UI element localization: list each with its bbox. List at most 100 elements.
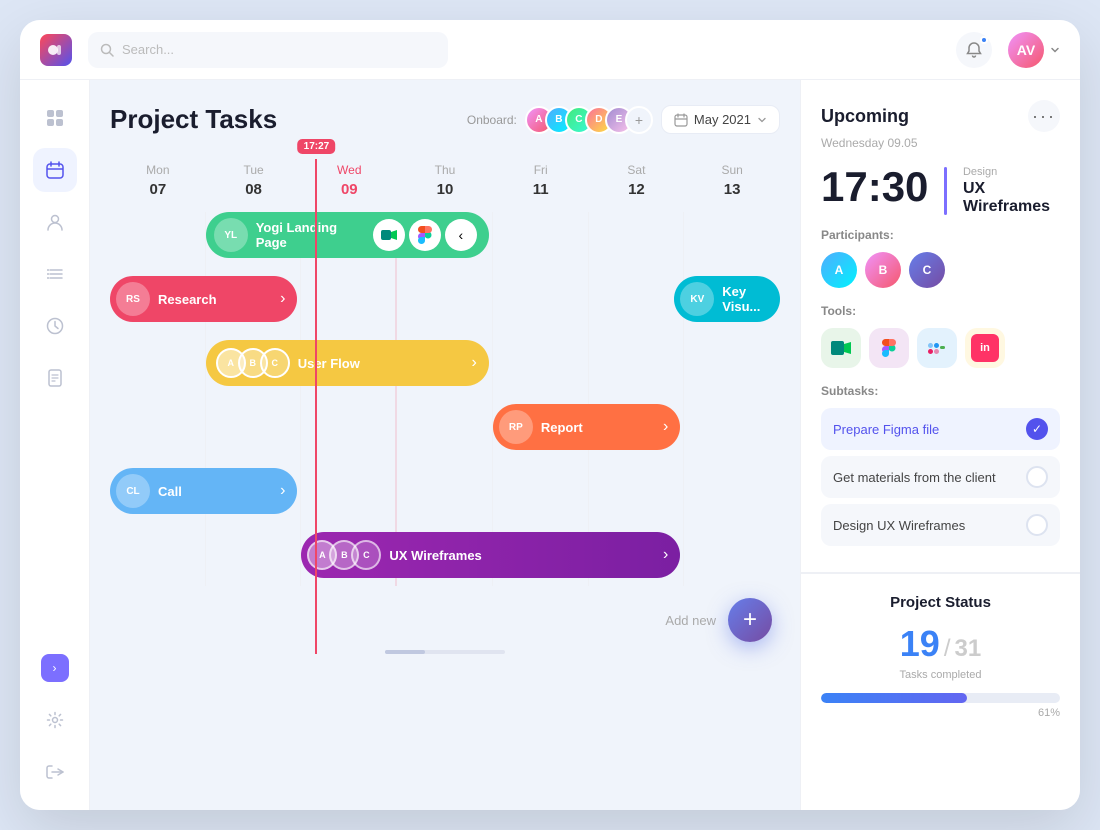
days-grid: Mon 07 Tue 08 Wed 09 Thu — [110, 159, 780, 198]
task-label-report: Report — [541, 420, 655, 435]
search-placeholder: Search... — [122, 42, 174, 57]
task-row-3: A B C User Flow › — [110, 340, 780, 394]
date-picker-label: May 2021 — [694, 112, 751, 127]
task-row-6: A B C UX Wireframes › — [110, 532, 780, 586]
day-col-6: Sun 13 — [684, 159, 780, 198]
subtask-3-label: Design UX Wireframes — [833, 518, 965, 533]
project-status: Project Status 19 / 31 Tasks completed 6… — [801, 573, 1080, 739]
subtasks-section: Subtasks: Prepare Figma file ✓ Get mater… — [821, 384, 1060, 546]
subtask-2-label: Get materials from the client — [833, 470, 996, 485]
onboard-section: Onboard: A B C D E + — [467, 105, 780, 134]
tool-meet[interactable] — [821, 328, 861, 368]
task-bar-keyvisual[interactable]: KV Key Visu... — [674, 276, 780, 322]
user-avatar-button[interactable]: AV — [1008, 32, 1060, 68]
task-bar-yogi[interactable]: YL Yogi Landing Page ‹ — [206, 212, 489, 258]
search-icon — [100, 43, 114, 57]
sidebar-expand-button[interactable]: › — [41, 654, 69, 682]
status-label: Tasks completed — [821, 669, 1060, 681]
content-area: Project Tasks Onboard: A B C D E + — [90, 80, 1080, 810]
notification-button[interactable] — [956, 32, 992, 68]
main-layout: › Project Tasks — [20, 80, 1080, 810]
subtask-3[interactable]: Design UX Wireframes — [821, 504, 1060, 546]
top-bar-right: AV — [956, 32, 1060, 68]
project-status-title: Project Status — [821, 594, 1060, 611]
task-arrow-ux: › — [663, 546, 668, 564]
task-label-keyvisual: Key Visu... — [722, 284, 768, 314]
task-bar-userflow[interactable]: A B C User Flow › — [206, 340, 489, 386]
day-name-mon: Mon — [110, 159, 206, 181]
task-icons: ‹ — [373, 219, 477, 251]
sidebar-item-calendar[interactable] — [33, 148, 77, 192]
calendar-header: Project Tasks Onboard: A B C D E + — [110, 104, 780, 135]
progress-pct: 61% — [821, 707, 1060, 719]
sidebar-item-doc[interactable] — [33, 356, 77, 400]
date-picker[interactable]: May 2021 — [661, 105, 780, 134]
time-value: 17:30 — [821, 166, 928, 208]
onboard-label: Onboard: — [467, 113, 517, 127]
day-name-fri: Fri — [493, 159, 589, 181]
day-col-0: Mon 07 — [110, 159, 206, 198]
day-col-3: Thu 10 — [397, 159, 493, 198]
sidebar-item-list[interactable] — [33, 252, 77, 296]
participants-label: Participants: — [821, 228, 1060, 242]
day-num-fri: 11 — [493, 181, 589, 198]
add-new-row: Add new + — [110, 598, 780, 642]
subtask-1-label: Prepare Figma file — [833, 422, 939, 437]
task-label-call: Call — [158, 484, 272, 499]
day-name-sun: Sun — [684, 159, 780, 181]
scroll-thumb — [385, 650, 425, 654]
subtask-1[interactable]: Prepare Figma file ✓ — [821, 408, 1060, 450]
task-icon-figma — [409, 219, 441, 251]
task-type: Design — [963, 166, 1060, 178]
day-num-tue: 08 — [206, 181, 302, 198]
status-total: 31 — [955, 635, 982, 663]
add-task-button[interactable]: + — [728, 598, 772, 642]
sidebar-item-logout[interactable] — [33, 750, 77, 794]
tools-label: Tools: — [821, 304, 1060, 318]
task-bar-call[interactable]: CL Call › — [110, 468, 297, 514]
onboard-avatars: A B C D E + — [525, 106, 653, 134]
task-avatar-report: RP — [499, 410, 533, 444]
sidebar: › — [20, 80, 90, 810]
day-num-sat: 12 — [589, 181, 685, 198]
task-avatar-keyvisual: KV — [680, 282, 714, 316]
tool-slack[interactable] — [917, 328, 957, 368]
participant-3: C — [909, 252, 945, 288]
task-label-research: Research — [158, 292, 272, 307]
task-bar-research[interactable]: RS Research › — [110, 276, 297, 322]
task-bar-report[interactable]: RP Report › — [493, 404, 680, 450]
search-bar[interactable]: Search... — [88, 32, 448, 68]
subtask-2[interactable]: Get materials from the client — [821, 456, 1060, 498]
invision-logo: in — [971, 334, 999, 362]
task-avatar-call: CL — [116, 474, 150, 508]
upcoming-date: Wednesday 09.05 — [821, 136, 1060, 150]
tool-figma[interactable] — [869, 328, 909, 368]
sidebar-item-person[interactable] — [33, 200, 77, 244]
task-label-yogi: Yogi Landing Page — [256, 220, 365, 250]
sidebar-item-clock[interactable] — [33, 304, 77, 348]
subtask-2-check — [1026, 466, 1048, 488]
task-arrow-call: › — [280, 482, 285, 500]
tool-invision[interactable]: in — [965, 328, 1005, 368]
task-avatars-ux: A B C — [307, 540, 381, 570]
chevron-down-icon — [757, 115, 767, 125]
bell-icon — [965, 41, 983, 59]
day-name-tue: Tue — [206, 159, 302, 181]
tools-row: in — [821, 328, 1060, 368]
app-logo — [40, 34, 72, 66]
upcoming-title: Upcoming — [821, 106, 909, 127]
day-col-4: Fri 11 — [493, 159, 589, 198]
task-icon-meet — [373, 219, 405, 251]
sidebar-item-grid[interactable] — [33, 96, 77, 140]
progress-bar-bg — [821, 693, 1060, 703]
task-row-2: RS Research › KV Key Visu... — [110, 276, 780, 330]
task-row-5: CL Call › — [110, 468, 780, 522]
participants-row: A B C — [821, 252, 1060, 288]
task-icon-arrow-left: ‹ — [445, 219, 477, 251]
task-bar-uxwireframes[interactable]: A B C UX Wireframes › — [301, 532, 680, 578]
more-button[interactable]: ··· — [1028, 100, 1060, 132]
calendar-panel: Project Tasks Onboard: A B C D E + — [90, 80, 800, 810]
task-avatar-ux-3: C — [351, 540, 381, 570]
onboard-add-button[interactable]: + — [625, 106, 653, 134]
sidebar-item-settings[interactable] — [33, 698, 77, 742]
